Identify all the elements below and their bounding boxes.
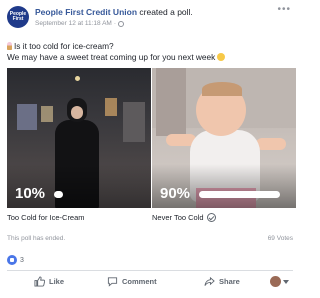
divider	[7, 270, 293, 271]
share-button[interactable]: Share	[204, 276, 240, 287]
poll-status: This poll has ended.	[7, 235, 66, 242]
more-options-icon[interactable]: •••	[277, 4, 291, 15]
comment-button[interactable]: Comment	[107, 276, 157, 287]
avatar-logo-text: People First	[9, 11, 27, 22]
post-question: Is it too cold for ice-cream?	[14, 41, 114, 51]
like-label: Like	[49, 277, 65, 286]
poll-result-bar-fill	[199, 191, 280, 198]
poll-result-bar	[199, 191, 289, 198]
reaction-count: 3	[20, 256, 24, 264]
page-name-link[interactable]: People First Credit Union	[35, 7, 137, 17]
ice-cream-icon	[7, 42, 12, 50]
post-text: Is it too cold for ice-cream? We may hav…	[7, 41, 226, 63]
poll-option-never-too-cold[interactable]: 90%	[152, 68, 296, 208]
page-avatar[interactable]: People First	[7, 6, 29, 28]
poll-option-label: Never Too Cold	[152, 213, 216, 222]
poll-result-bar-fill	[54, 191, 63, 198]
poll-result-bar	[54, 191, 144, 198]
like-button[interactable]: Like	[34, 276, 64, 287]
share-arrow-icon	[204, 276, 215, 286]
poll-option-percent: 90%	[160, 185, 191, 202]
smile-emoji-icon	[217, 53, 226, 61]
post-meta: September 12 at 11:18 AM ·	[35, 20, 125, 27]
globe-icon	[118, 20, 125, 27]
post-action-text: created a poll.	[139, 7, 193, 17]
action-bar: Like Comment Share	[0, 274, 300, 294]
speech-bubble-icon	[107, 277, 118, 287]
poll-option-too-cold[interactable]: 10%	[7, 68, 151, 208]
poll-post: People First People First Credit Union c…	[0, 0, 300, 298]
like-reaction-icon	[7, 255, 17, 265]
poll-option-percent: 10%	[15, 185, 46, 202]
post-as-selector[interactable]	[270, 276, 289, 287]
user-avatar	[270, 276, 281, 287]
vote-count[interactable]: 69 Votes	[268, 235, 293, 242]
thumbs-up-icon	[34, 276, 45, 287]
poll-option-label: Too Cold for Ice-Cream	[7, 213, 85, 222]
post-header: People First Credit Union created a poll…	[35, 7, 193, 17]
timestamp[interactable]: September 12 at 11:18 AM	[35, 20, 112, 27]
reaction-summary[interactable]: 3	[7, 255, 24, 265]
post-subtext: We may have a sweet treat coming up for …	[7, 52, 216, 62]
comment-label: Comment	[122, 277, 157, 286]
chevron-down-icon	[283, 279, 289, 284]
check-circle-icon	[206, 213, 216, 222]
share-label: Share	[219, 277, 240, 286]
